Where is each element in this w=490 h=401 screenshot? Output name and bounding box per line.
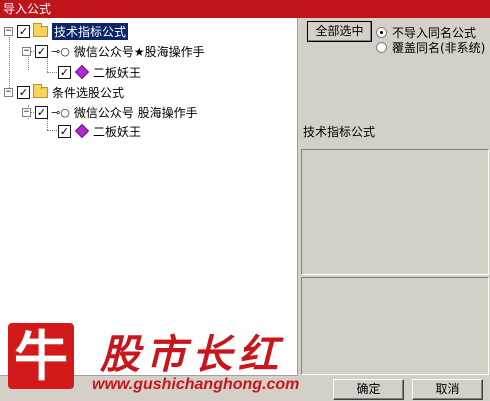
- formula-1-checkbox[interactable]: ✓: [58, 65, 71, 79]
- tree-formula-2[interactable]: ✓ 二板妖王: [58, 122, 141, 140]
- formula-2-checkbox[interactable]: ✓: [58, 124, 71, 138]
- formula-1-label[interactable]: 二板妖王: [93, 64, 141, 81]
- folder-icon: [33, 83, 48, 98]
- select-all-button[interactable]: 全部选中: [307, 21, 372, 42]
- collapse-icon[interactable]: −: [22, 107, 31, 117]
- tree-formula-1[interactable]: ✓ 二板妖王: [58, 63, 141, 81]
- tree-group-1[interactable]: − ✓ 技术指标公式: [4, 22, 129, 40]
- radio-selected-icon[interactable]: [376, 27, 387, 38]
- formula-type-label: 技术指标公式: [303, 125, 376, 139]
- collapse-icon[interactable]: −: [4, 87, 13, 97]
- group-1-checkbox[interactable]: ✓: [17, 24, 30, 38]
- formula-gem-icon: [74, 123, 90, 139]
- logo-name: 股市长红: [100, 331, 284, 378]
- key-icon: ⊸○: [51, 44, 70, 58]
- formula-2-label[interactable]: 二板妖王: [93, 123, 141, 140]
- tree-group-2[interactable]: − ✓ 条件选股公式: [4, 83, 124, 101]
- logo-url: www.gushichanghong.com: [92, 376, 300, 393]
- author-1-checkbox[interactable]: ✓: [35, 44, 48, 58]
- collapse-icon[interactable]: −: [22, 46, 31, 56]
- watermark-logo: 牛 股市长红 www.gushichanghong.com: [0, 320, 310, 401]
- key-icon: ⊸○: [51, 105, 70, 119]
- ok-button[interactable]: 确定: [333, 379, 404, 400]
- cancel-button[interactable]: 取消: [412, 379, 483, 400]
- group-2-label[interactable]: 条件选股公式: [52, 84, 124, 101]
- collapse-icon[interactable]: −: [4, 26, 13, 36]
- group-1-label[interactable]: 技术指标公式: [52, 22, 129, 40]
- formula-gem-icon: [74, 64, 90, 80]
- logo-mark: 牛: [8, 323, 74, 389]
- description-panel: [301, 149, 489, 275]
- folder-icon: [33, 22, 48, 37]
- tree-author-1[interactable]: − ✓ ⊸○ 微信公众号★股海操作手: [22, 42, 205, 60]
- radio-unselected-icon[interactable]: [376, 42, 387, 53]
- radio-overwrite-label: 覆盖同名(非系统): [392, 41, 486, 55]
- author-2-label[interactable]: 微信公众号 股海操作手: [74, 104, 198, 121]
- tree-author-2[interactable]: − ✓ ⊸○ 微信公众号 股海操作手: [22, 103, 198, 121]
- radio-overwrite[interactable]: 覆盖同名(非系统): [376, 39, 485, 56]
- window-title: 导入公式: [0, 0, 490, 18]
- group-2-checkbox[interactable]: ✓: [17, 85, 30, 99]
- author-1-label[interactable]: 微信公众号★股海操作手: [74, 43, 205, 60]
- author-2-checkbox[interactable]: ✓: [35, 105, 48, 119]
- parameter-panel: [301, 277, 489, 375]
